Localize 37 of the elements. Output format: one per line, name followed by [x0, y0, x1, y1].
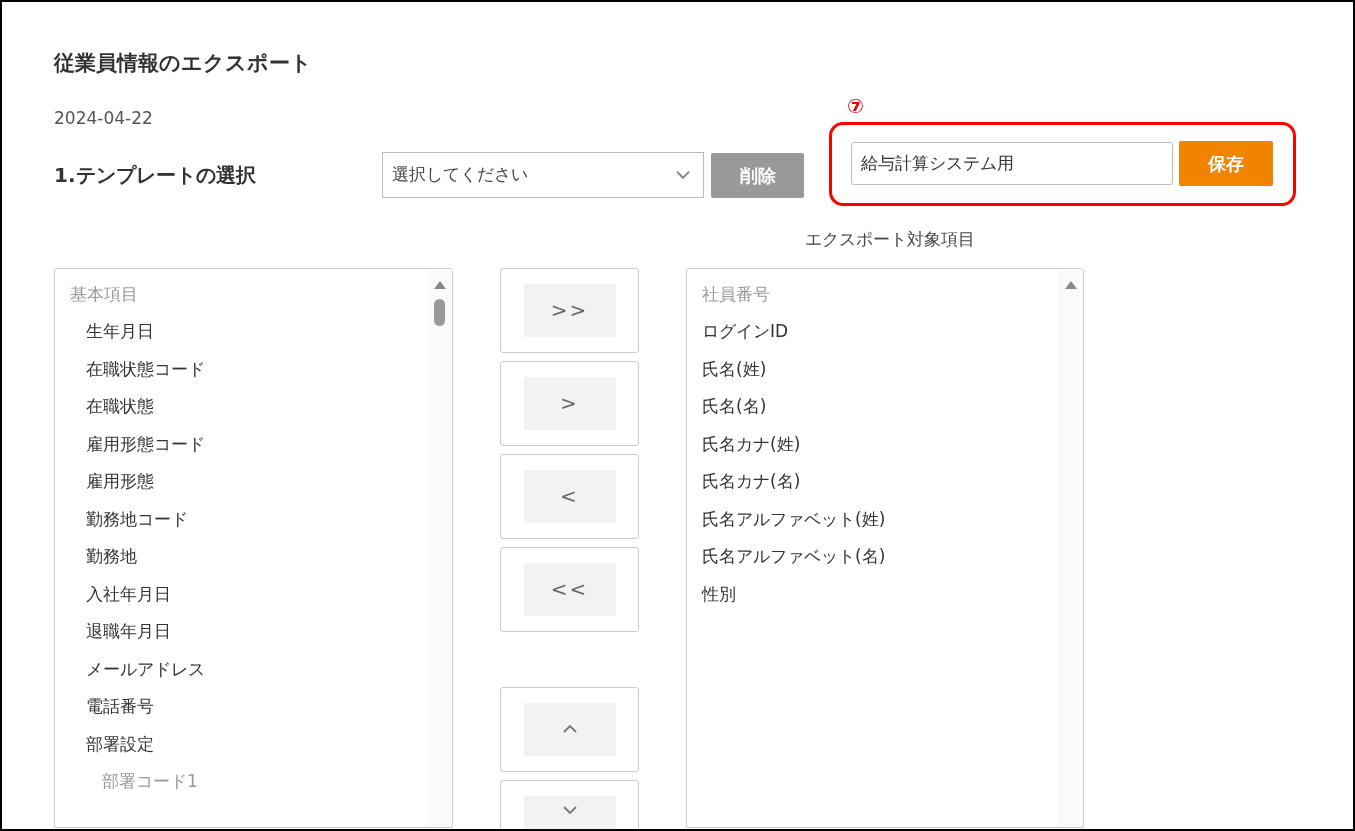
move-button[interactable]: >>	[500, 267, 639, 353]
list-item[interactable]: 生年月日	[55, 313, 427, 351]
list-item[interactable]: 氏名カナ(姓)	[687, 425, 1058, 463]
list-heading: エクスポート対象項目	[804, 227, 976, 251]
list-item[interactable]: 性別	[687, 575, 1058, 613]
chevron-up-icon	[562, 725, 577, 733]
date-label: 2024-04-22	[54, 106, 154, 130]
list-item[interactable]: 氏名アルファベット(姓)	[687, 500, 1058, 538]
list-item[interactable]: 雇用形態コード	[55, 425, 427, 463]
list-item[interactable]: 氏名(姓)	[687, 350, 1058, 388]
list-item[interactable]: 電話番号	[55, 688, 427, 726]
template-select[interactable]: 選択してください	[382, 152, 704, 198]
list-item[interactable]: メールアドレス	[55, 650, 427, 688]
list-item[interactable]: 氏名カナ(名)	[687, 463, 1058, 501]
list-item[interactable]: 勤務地	[55, 538, 427, 576]
scroll-up-icon[interactable]	[433, 280, 446, 289]
list-item[interactable]: 在職状態コード	[55, 350, 427, 388]
move-button[interactable]	[500, 686, 639, 772]
list-item[interactable]: 部署設定	[55, 725, 427, 763]
section-label: 1.テンプレートの選択	[54, 162, 257, 189]
list-item[interactable]: 雇用形態	[55, 463, 427, 501]
scrollbar-thumb[interactable]	[434, 298, 445, 326]
move-button[interactable]: <<	[500, 546, 639, 632]
list-item[interactable]: ログインID	[687, 313, 1058, 351]
page-title: 従業員情報のエクスポート	[54, 50, 313, 77]
list-item[interactable]: 氏名アルファベット(名)	[687, 538, 1058, 576]
template-name-field[interactable]: 給与計算システム用	[851, 142, 1173, 185]
list-item[interactable]: 勤務地コード	[55, 500, 427, 538]
scroll-up-icon[interactable]	[1064, 280, 1077, 289]
list-item[interactable]: 入社年月日	[55, 575, 427, 613]
list-item[interactable]: 在職状態	[55, 388, 427, 426]
annotation-number: ⑦	[847, 93, 865, 118]
move-button[interactable]: <	[500, 453, 639, 539]
chevron-down-icon	[562, 805, 577, 814]
move-button[interactable]: >	[500, 360, 639, 446]
list-item[interactable]: 氏名(名)	[687, 388, 1058, 426]
list-item[interactable]: 退職年月日	[55, 613, 427, 651]
